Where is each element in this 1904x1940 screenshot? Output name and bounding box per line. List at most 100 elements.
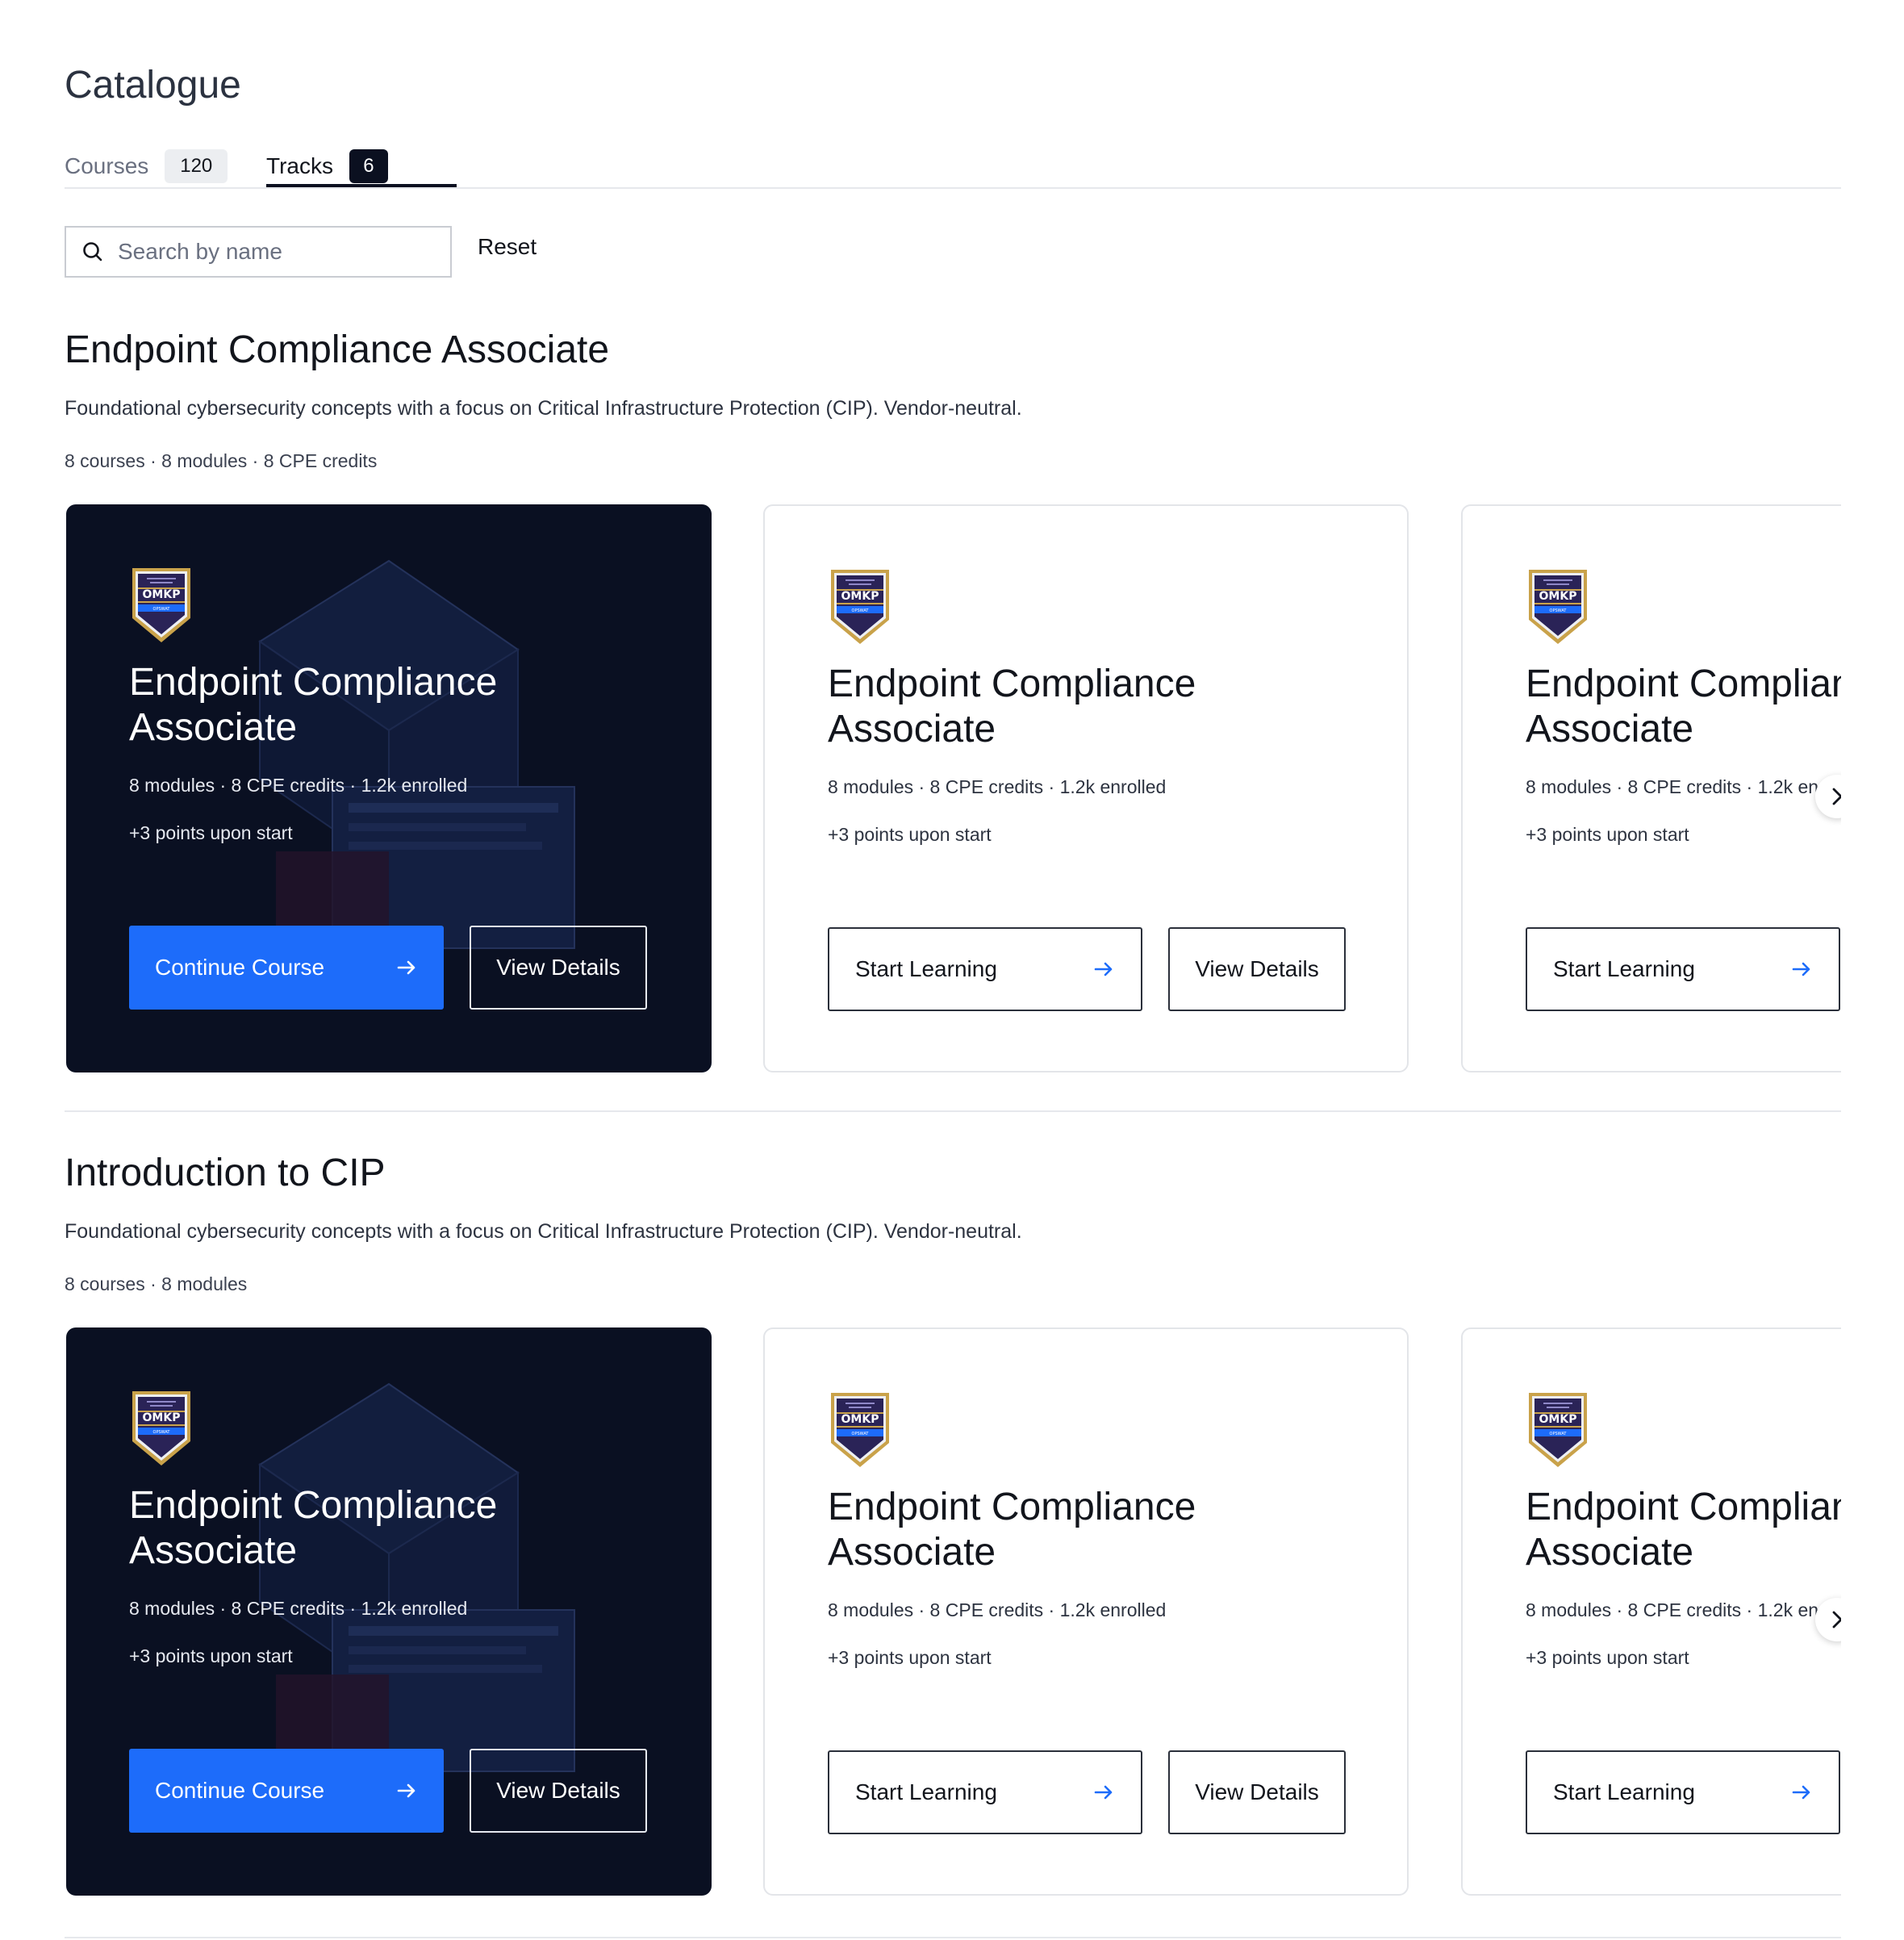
course-card[interactable]: Endpoint Compliance Associate 8 modules … bbox=[763, 504, 1409, 1072]
card-title-line1: Endpoint Compliance bbox=[129, 1484, 498, 1527]
view-details-button[interactable]: View Details bbox=[1168, 1750, 1346, 1834]
start-learning-button[interactable]: Start Learning bbox=[1526, 927, 1840, 1011]
omkp-badge-icon bbox=[129, 1388, 194, 1469]
card-content: Endpoint Compliance Associate 8 modules … bbox=[1526, 1390, 1841, 1669]
card-title-line2: Associate bbox=[828, 1531, 996, 1574]
tab-courses-label: Courses bbox=[65, 153, 149, 178]
card-title-line2: Associate bbox=[1526, 1531, 1694, 1574]
continue-course-label: Continue Course bbox=[155, 1778, 325, 1803]
card-title: Endpoint Compliance Associate bbox=[129, 660, 645, 750]
card-meta: 8 modules · 8 CPE credits · 1.2k enrolle… bbox=[129, 775, 468, 796]
tab-courses[interactable]: Courses 120 bbox=[65, 145, 228, 187]
section-meta: 8 courses · 8 modules · 8 CPE credits bbox=[65, 450, 378, 471]
course-card[interactable]: Endpoint Compliance Associate 8 modules … bbox=[66, 504, 712, 1072]
card-meta: 8 modules · 8 CPE credits · 1.2k enrolle… bbox=[828, 1599, 1167, 1620]
section-title: Endpoint Compliance Associate bbox=[65, 328, 610, 371]
card-actions: Continue Course View Details bbox=[129, 926, 647, 1010]
view-details-button[interactable]: View Details bbox=[470, 1749, 647, 1833]
arrow-right-icon bbox=[1792, 962, 1810, 976]
section-divider bbox=[65, 1110, 1841, 1112]
card-points: +3 points upon start bbox=[129, 822, 293, 843]
tab-tracks-label: Tracks bbox=[266, 153, 333, 178]
catalogue-tabs: Courses 120 Tracks 6 bbox=[65, 145, 1841, 189]
course-card[interactable]: Endpoint Compliance Associate 8 modules … bbox=[1461, 1327, 1841, 1896]
card-title: Endpoint Compliance Associate bbox=[1526, 1485, 1841, 1575]
card-meta: 8 modules · 8 CPE credits · 1.2k enrolle… bbox=[1526, 776, 1841, 797]
start-learning-button[interactable]: Start Learning bbox=[828, 1750, 1142, 1834]
card-title-line1: Endpoint Compliance bbox=[828, 1486, 1196, 1528]
card-actions: Continue Course View Details bbox=[129, 1749, 647, 1833]
catalogue-page: Catalogue Courses 120 Tracks 6 Reset End… bbox=[65, 0, 1841, 1940]
course-carousel: Endpoint Compliance Associate 8 modules … bbox=[65, 504, 1841, 1074]
card-content: Endpoint Compliance Associate 8 modules … bbox=[828, 1390, 1344, 1669]
card-points: +3 points upon start bbox=[129, 1645, 293, 1666]
card-actions: Start Learning bbox=[1526, 927, 1840, 1011]
active-tab-indicator bbox=[266, 184, 457, 187]
card-points: +3 points upon start bbox=[1526, 1647, 1689, 1668]
omkp-badge-icon bbox=[129, 565, 194, 646]
course-card[interactable]: Endpoint Compliance Associate 8 modules … bbox=[763, 1327, 1409, 1896]
card-title-line1: Endpoint Compliance bbox=[828, 663, 1196, 705]
section-divider bbox=[65, 1937, 1841, 1938]
omkp-badge-icon bbox=[828, 1390, 892, 1470]
page-title: Catalogue bbox=[65, 64, 241, 107]
card-points: +3 points upon start bbox=[828, 1647, 992, 1668]
course-card[interactable]: Endpoint Compliance Associate 8 modules … bbox=[66, 1327, 712, 1896]
section-description: Foundational cybersecurity concepts with… bbox=[65, 397, 1022, 420]
card-content: Endpoint Compliance Associate 8 modules … bbox=[129, 565, 645, 844]
card-title-line2: Associate bbox=[828, 708, 996, 750]
card-content: Endpoint Compliance Associate 8 modules … bbox=[1526, 567, 1841, 846]
search-icon bbox=[83, 242, 102, 261]
card-title: Endpoint Compliance Associate bbox=[129, 1483, 645, 1574]
tab-courses-count: 120 bbox=[165, 149, 228, 183]
continue-course-button[interactable]: Continue Course bbox=[129, 1749, 444, 1833]
card-title-line2: Associate bbox=[129, 706, 298, 749]
card-meta: 8 modules · 8 CPE credits · 1.2k enrolle… bbox=[828, 776, 1167, 797]
arrow-right-icon bbox=[397, 1783, 415, 1798]
search-box[interactable] bbox=[65, 226, 452, 278]
start-learning-button[interactable]: Start Learning bbox=[1526, 1750, 1840, 1834]
card-title-line1: Endpoint Compliance bbox=[1526, 1486, 1841, 1528]
arrow-right-icon bbox=[1094, 962, 1113, 976]
card-title-line2: Associate bbox=[129, 1529, 298, 1572]
card-actions: Start Learning View Details bbox=[828, 927, 1346, 1011]
tab-tracks[interactable]: Tracks 6 bbox=[266, 145, 388, 187]
section-meta: 8 courses · 8 modules bbox=[65, 1273, 248, 1294]
view-details-button[interactable]: View Details bbox=[1168, 927, 1346, 1011]
card-content: Endpoint Compliance Associate 8 modules … bbox=[828, 567, 1344, 846]
reset-button[interactable]: Reset bbox=[478, 234, 537, 260]
card-title-line2: Associate bbox=[1526, 708, 1694, 750]
card-meta: 8 modules · 8 CPE credits · 1.2k enrolle… bbox=[129, 1598, 468, 1619]
card-title: Endpoint Compliance Associate bbox=[828, 1485, 1344, 1575]
card-actions: Start Learning View Details bbox=[828, 1750, 1346, 1834]
section-description: Foundational cybersecurity concepts with… bbox=[65, 1220, 1022, 1243]
continue-course-button[interactable]: Continue Course bbox=[129, 926, 444, 1010]
card-actions: Start Learning bbox=[1526, 1750, 1840, 1834]
start-learning-label: Start Learning bbox=[1553, 1779, 1695, 1804]
start-learning-label: Start Learning bbox=[855, 956, 997, 981]
card-title-line1: Endpoint Compliance bbox=[1526, 663, 1841, 705]
card-title: Endpoint Compliance Associate bbox=[1526, 662, 1841, 752]
omkp-badge-icon bbox=[1526, 1390, 1590, 1470]
search-input[interactable] bbox=[116, 238, 434, 265]
course-card[interactable]: Endpoint Compliance Associate 8 modules … bbox=[1461, 504, 1841, 1072]
view-details-button[interactable]: View Details bbox=[470, 926, 647, 1010]
card-points: +3 points upon start bbox=[1526, 824, 1689, 845]
course-carousel: Endpoint Compliance Associate 8 modules … bbox=[65, 1327, 1841, 1897]
start-learning-button[interactable]: Start Learning bbox=[828, 927, 1142, 1011]
continue-course-label: Continue Course bbox=[155, 955, 325, 980]
arrow-right-icon bbox=[397, 960, 415, 975]
chevron-right-icon bbox=[1832, 788, 1841, 805]
start-learning-label: Start Learning bbox=[855, 1779, 997, 1804]
chevron-right-icon bbox=[1832, 1611, 1841, 1629]
omkp-badge-icon bbox=[1526, 567, 1590, 647]
card-meta: 8 modules · 8 CPE credits · 1.2k enrolle… bbox=[1526, 1599, 1841, 1620]
start-learning-label: Start Learning bbox=[1553, 956, 1695, 981]
card-content: Endpoint Compliance Associate 8 modules … bbox=[129, 1388, 645, 1667]
arrow-right-icon bbox=[1094, 1785, 1113, 1800]
card-points: +3 points upon start bbox=[828, 824, 992, 845]
section-title: Introduction to CIP bbox=[65, 1152, 386, 1194]
card-title: Endpoint Compliance Associate bbox=[828, 662, 1344, 752]
tab-tracks-count: 6 bbox=[349, 149, 388, 183]
omkp-badge-icon bbox=[828, 567, 892, 647]
